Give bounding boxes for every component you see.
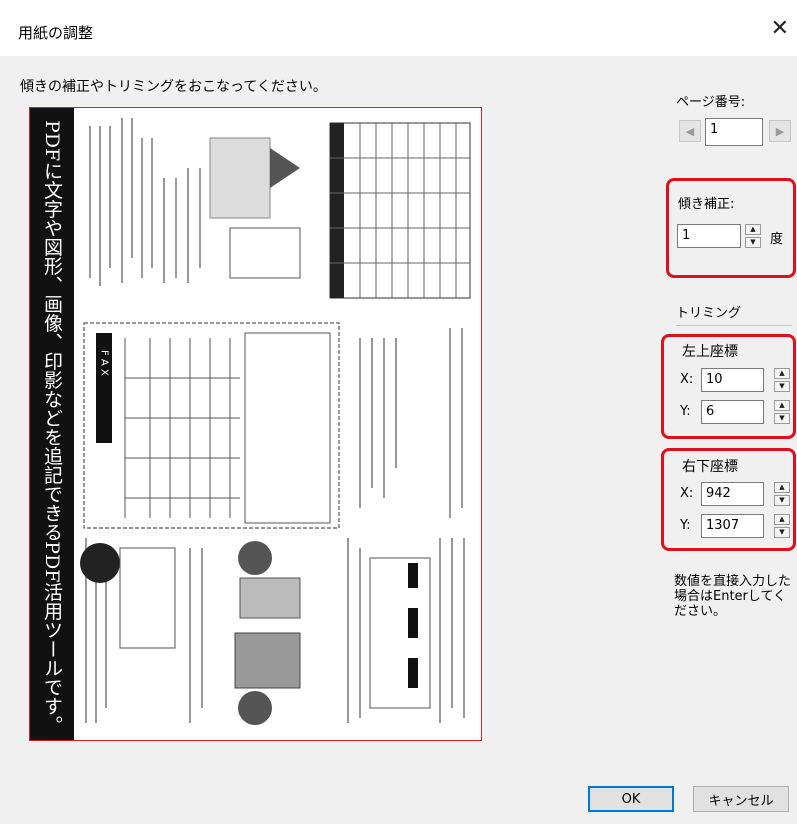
preview-box-small — [229, 227, 301, 279]
preview-thumbnail — [209, 137, 271, 219]
top-left-x-spinner[interactable]: ▲ ▼ — [774, 368, 790, 392]
spin-up-icon[interactable]: ▲ — [774, 514, 790, 525]
top-left-y-input[interactable]: 6 — [701, 400, 764, 424]
bottom-right-x-spinner[interactable]: ▲ ▼ — [774, 482, 790, 506]
arrow-right-icon: ▶ — [775, 124, 785, 138]
skew-input[interactable]: 1 — [677, 224, 741, 248]
trimming-separator — [676, 325, 792, 326]
preview-illustration-2 — [234, 632, 301, 689]
spin-down-icon[interactable]: ▼ — [774, 413, 790, 424]
trimming-label: トリミング — [676, 306, 742, 321]
spin-down-icon[interactable]: ▼ — [774, 495, 790, 506]
preview-vertical-heading: PDFに文字や図形、画像、印影などを追記できるPDF活用ツールです。 — [41, 120, 63, 734]
page-number-input[interactable]: 1 — [705, 118, 763, 146]
instruction-text: 傾きの補正やトリミングをおこなってください。 — [20, 79, 327, 95]
spin-down-icon[interactable]: ▼ — [745, 237, 761, 248]
bottom-right-y-spinner[interactable]: ▲ ▼ — [774, 514, 790, 538]
cancel-button[interactable]: キャンセル — [693, 786, 789, 812]
preview-fax-form — [83, 322, 340, 529]
spin-up-icon[interactable]: ▲ — [774, 482, 790, 493]
preview-circle-bottom — [238, 691, 272, 725]
window-title: 用紙の調整 — [18, 24, 94, 42]
preview-black-mark-3 — [408, 658, 418, 688]
preview-fax-header: F A X — [99, 350, 110, 376]
page-preview-image: PDFに文字や図形、画像、印影などを追記できるPDF活用ツールです。 F A X — [30, 108, 471, 740]
preview-text-lines-middle — [359, 328, 463, 518]
preview-text-lines-top — [89, 118, 201, 286]
top-left-x-input[interactable]: 10 — [701, 368, 764, 392]
spin-up-icon[interactable]: ▲ — [774, 400, 790, 411]
bottom-right-y-label: Y: — [680, 518, 691, 533]
preview-text-lines-bottom — [85, 538, 465, 723]
next-page-button[interactable]: ▶ — [769, 120, 791, 142]
bottom-right-label: 右下座標 — [682, 459, 738, 475]
preview-illustration-1 — [239, 577, 301, 619]
spin-up-icon[interactable]: ▲ — [745, 224, 761, 235]
top-left-y-spinner[interactable]: ▲ ▼ — [774, 400, 790, 424]
bottom-right-y-input[interactable]: 1307 — [701, 514, 764, 538]
spin-up-icon[interactable]: ▲ — [774, 368, 790, 379]
preview-badge-circle — [80, 543, 120, 583]
arrow-left-icon: ◀ — [685, 124, 695, 138]
top-left-label: 左上座標 — [682, 344, 738, 360]
bottom-right-x-label: X: — [680, 486, 694, 501]
enter-note: 数値を直接入力した場合はEnterしてください。 — [674, 574, 792, 619]
preview-black-mark-1 — [408, 563, 418, 588]
skew-label: 傾き補正: — [678, 197, 735, 212]
preview-black-mark-2 — [408, 608, 418, 638]
preview-fax-grid — [124, 338, 240, 518]
skew-spinner[interactable]: ▲ ▼ — [745, 224, 761, 248]
page-preview[interactable]: PDFに文字や図形、画像、印影などを追記できるPDF活用ツールです。 F A X — [29, 107, 482, 741]
close-icon[interactable]: ✕ — [771, 16, 789, 41]
spin-down-icon[interactable]: ▼ — [774, 527, 790, 538]
preview-arrow-shape — [270, 148, 300, 188]
top-left-y-label: Y: — [680, 404, 691, 419]
preview-fax-table-right — [244, 332, 331, 524]
ok-button[interactable]: OK — [588, 786, 674, 812]
page-number-label: ページ番号: — [676, 95, 746, 110]
preview-box-bottom-left — [119, 547, 176, 649]
spin-down-icon[interactable]: ▼ — [774, 381, 790, 392]
preview-table-top — [329, 122, 471, 299]
preview-table-bottom — [369, 557, 431, 709]
skew-unit: 度 — [770, 232, 784, 247]
bottom-right-x-input[interactable]: 942 — [701, 482, 764, 506]
title-bar: 用紙の調整 ✕ — [0, 0, 797, 56]
top-left-x-label: X: — [680, 372, 694, 387]
preview-circle-top — [238, 541, 272, 575]
prev-page-button[interactable]: ◀ — [679, 120, 701, 142]
